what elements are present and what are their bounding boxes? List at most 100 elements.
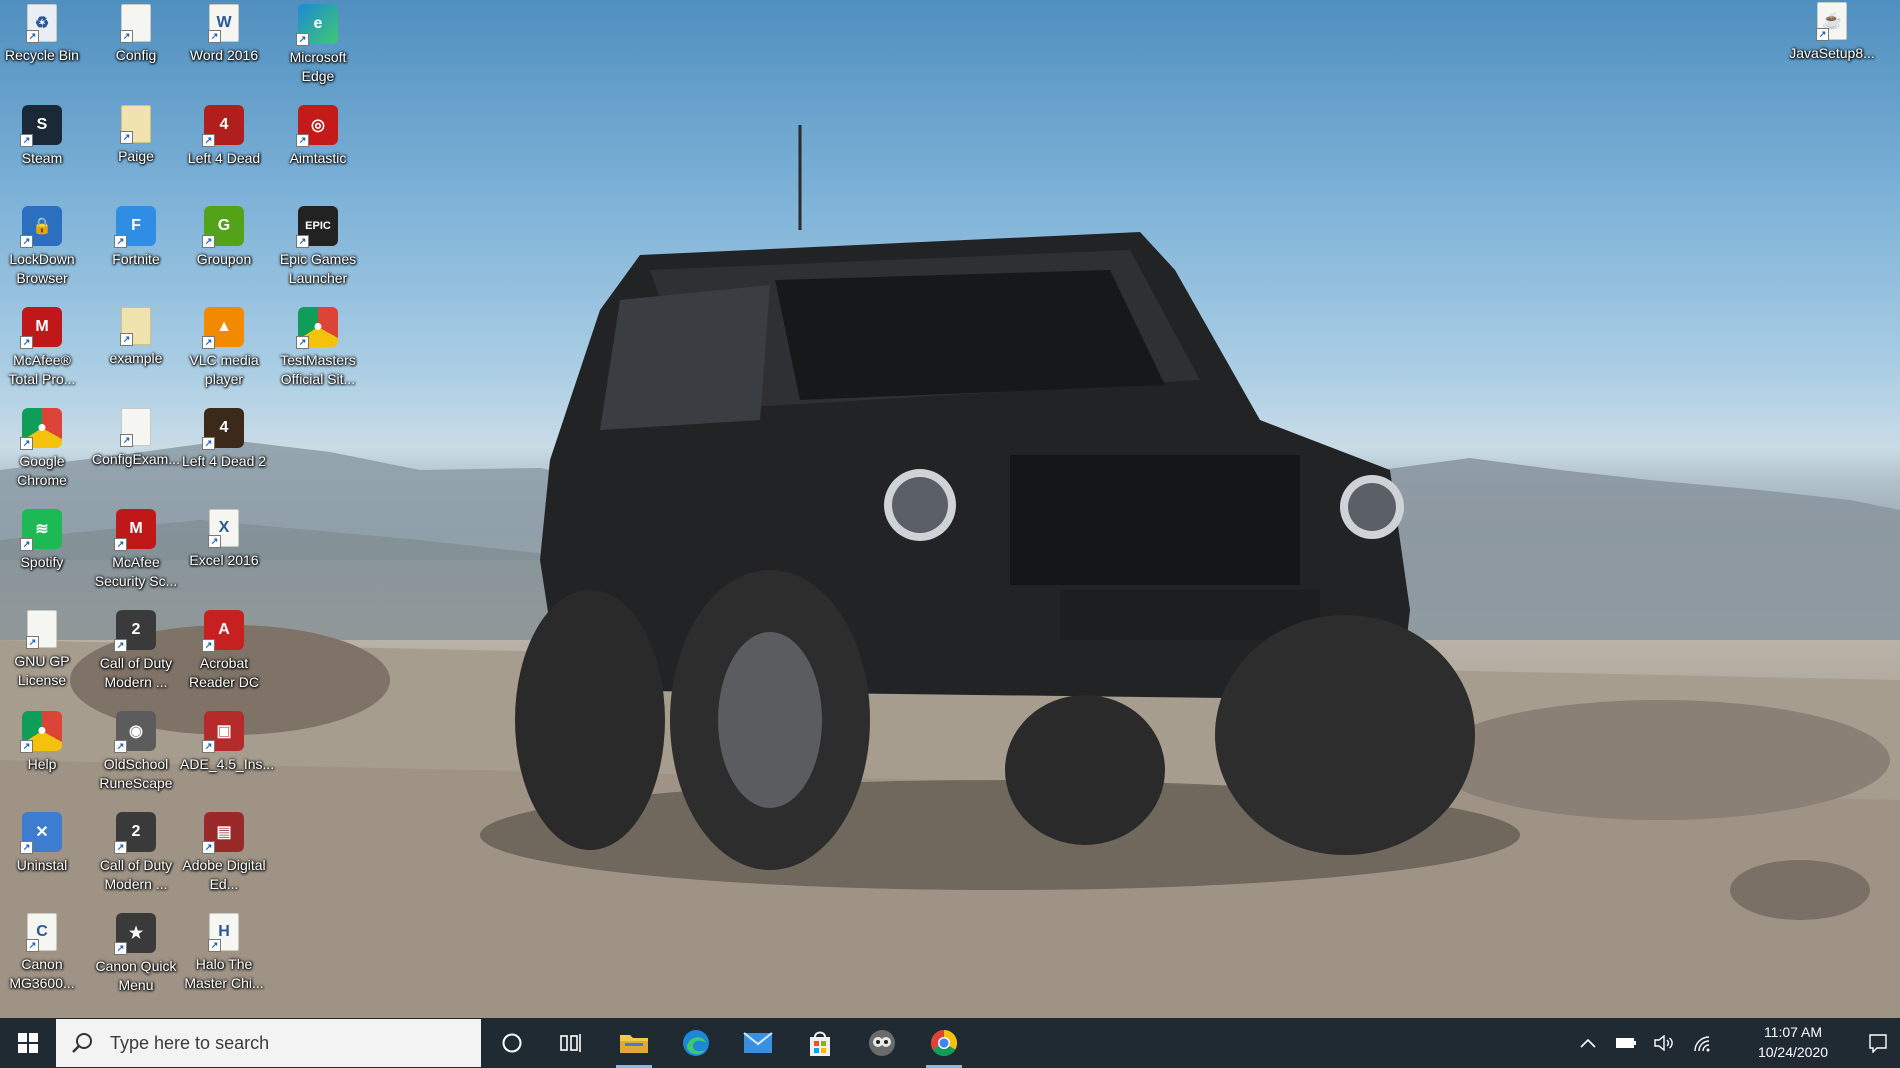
- desktop-icon-halo[interactable]: H ↗ Halo The Master Chi...: [178, 911, 270, 993]
- desktop-icon-word-2016[interactable]: W ↗ Word 2016: [178, 2, 270, 65]
- desktop-icon-steam[interactable]: S ↗ Steam: [0, 103, 88, 168]
- shortcut-arrow-icon: ↗: [114, 235, 127, 248]
- shortcut-arrow-icon: ↗: [20, 134, 33, 147]
- desktop-icon-epic-games-launcher[interactable]: EPIC ↗ Epic Games Launcher: [272, 204, 364, 288]
- call-of-duty-icon: 2 ↗: [114, 610, 156, 652]
- windows-logo-icon: [18, 1033, 38, 1053]
- desktop-icon-label: OldSchool RuneScape: [99, 756, 173, 791]
- wifi-icon: [1694, 1036, 1710, 1052]
- shortcut-arrow-icon: ↗: [20, 235, 33, 248]
- runescape-icon: [869, 1030, 895, 1056]
- taskbar-search-box[interactable]: [56, 1019, 481, 1067]
- desktop-icon-ade-installer[interactable]: ▣ ↗ ADE_4.5_Ins...: [178, 709, 275, 774]
- clock-date: 10/24/2020: [1757, 1044, 1829, 1060]
- battery-button[interactable]: [1608, 1018, 1644, 1068]
- lockdown-browser-icon: 🔒 ↗: [20, 206, 62, 248]
- canon-quick-menu-icon: ★ ↗: [114, 913, 156, 955]
- desktop-icon-testmasters[interactable]: ● ↗ TestMasters Official Sit...: [272, 305, 364, 389]
- shortcut-arrow-icon: ↗: [120, 333, 133, 346]
- store-icon: [810, 1031, 830, 1056]
- desktop-icon-excel-2016[interactable]: X ↗ Excel 2016: [178, 507, 270, 570]
- desktop-icon-vlc-media-player[interactable]: ▲ ↗ VLC media player: [178, 305, 270, 389]
- desktop-icon-microsoft-edge[interactable]: e ↗ Microsoft Edge: [272, 2, 364, 86]
- volume-button[interactable]: [1646, 1018, 1682, 1068]
- shortcut-arrow-icon: ↗: [20, 437, 33, 450]
- desktop-icon-example[interactable]: ↗ example: [90, 305, 182, 368]
- desktop-icon-label: example: [109, 350, 163, 366]
- shortcut-arrow-icon: ↗: [26, 939, 39, 952]
- desktop-icon-groupon[interactable]: G ↗ Groupon: [178, 204, 270, 269]
- desktop-icon-label: Recycle Bin: [5, 47, 79, 63]
- desktop-icon-javasetup[interactable]: ☕ ↗ JavaSetup8...: [1786, 0, 1878, 63]
- taskbar-mail[interactable]: [730, 1018, 786, 1068]
- desktop-icon-label: ConfigExam...: [92, 451, 180, 467]
- chevron-up-icon: [1580, 1038, 1596, 1048]
- cortana-button[interactable]: [484, 1018, 540, 1068]
- shortcut-arrow-icon: ↗: [120, 30, 133, 43]
- taskbar: 11:07 AM 10/24/2020: [0, 1018, 1900, 1068]
- desktop-icon-aimtastic[interactable]: ◎ ↗ Aimtastic: [272, 103, 364, 168]
- shortcut-arrow-icon: ↗: [120, 131, 133, 144]
- desktop-icon-google-chrome[interactable]: ● ↗ Google Chrome: [0, 406, 88, 490]
- desktop-icon-adobe-digital-editions[interactable]: ▤ ↗ Adobe Digital Ed...: [178, 810, 270, 894]
- desktop-icon-mcafee-security-scan[interactable]: M ↗ McAfee Security Sc...: [90, 507, 182, 591]
- runescape-icon: ◉ ↗: [114, 711, 156, 753]
- desktop-icon-canon-mg3600[interactable]: C ↗ Canon MG3600...: [0, 911, 88, 993]
- desktop-icon-label: Uninstal: [16, 857, 68, 873]
- shortcut-arrow-icon: ↗: [114, 538, 127, 551]
- desktop-icon-lockdown-browser[interactable]: 🔒 ↗ LockDown Browser: [0, 204, 88, 288]
- desktop-icon-label: McAfee Security Sc...: [94, 554, 178, 589]
- desktop[interactable]: ♻ ↗ Recycle Bin ↗ Config W ↗ Word 2016 e ↗ Microso…: [0, 0, 1900, 1018]
- shortcut-arrow-icon: ↗: [202, 134, 215, 147]
- desktop-icon-label: Acrobat Reader DC: [188, 655, 260, 690]
- desktop-icon-call-of-duty-1[interactable]: 2 ↗ Call of Duty Modern ...: [90, 608, 182, 692]
- search-input[interactable]: [108, 1031, 452, 1055]
- search-icon: [72, 1033, 92, 1053]
- desktop-icon-label: TestMasters Official Sit...: [280, 352, 356, 387]
- desktop-icon-left-4-dead[interactable]: 4 ↗ Left 4 Dead: [178, 103, 270, 168]
- desktop-icon-call-of-duty-2[interactable]: 2 ↗ Call of Duty Modern ...: [90, 810, 182, 894]
- shortcut-arrow-icon: ↗: [296, 336, 309, 349]
- start-button[interactable]: [0, 1018, 56, 1068]
- desktop-icon-config[interactable]: ↗ Config: [90, 2, 182, 65]
- desktop-icon-label: Aimtastic: [289, 150, 347, 166]
- desktop-icon-recycle-bin[interactable]: ♻ ↗ Recycle Bin: [0, 2, 88, 65]
- task-view-button[interactable]: [542, 1018, 598, 1068]
- show-hidden-icons-button[interactable]: [1570, 1018, 1606, 1068]
- desktop-icon-help[interactable]: ● ↗ Help: [0, 709, 88, 774]
- action-center-button[interactable]: [1856, 1018, 1900, 1068]
- desktop-icon-uninstal[interactable]: ✕ ↗ Uninstal: [0, 810, 88, 875]
- shortcut-arrow-icon: ↗: [208, 535, 221, 548]
- groupon-icon: G ↗: [202, 206, 244, 248]
- shortcut-arrow-icon: ↗: [296, 134, 309, 147]
- clock-time: 11:07 AM: [1763, 1024, 1823, 1040]
- taskbar-chrome[interactable]: [916, 1018, 972, 1068]
- desktop-icon-label: ADE_4.5_Ins...: [180, 756, 275, 772]
- desktop-icon-canon-quick-menu[interactable]: ★ ↗ Canon Quick Menu: [90, 911, 182, 995]
- taskbar-runescape[interactable]: [854, 1018, 910, 1068]
- desktop-icon-label: Microsoft Edge: [289, 49, 347, 84]
- desktop-icon-mcafee-total-pro[interactable]: M ↗ McAfee® Total Pro...: [0, 305, 88, 389]
- chrome-icon: ● ↗: [20, 711, 62, 753]
- desktop-icon-paige[interactable]: ↗ Paige: [90, 103, 182, 166]
- taskbar-file-explorer[interactable]: [606, 1018, 662, 1068]
- desktop-icon-acrobat-reader-dc[interactable]: A ↗ Acrobat Reader DC: [178, 608, 270, 692]
- desktop-icon-left-4-dead-2[interactable]: 4 ↗ Left 4 Dead 2: [178, 406, 270, 471]
- desktop-icon-label: Call of Duty Modern ...: [99, 655, 173, 690]
- desktop-icon-label: Left 4 Dead 2: [181, 453, 267, 469]
- taskbar-edge[interactable]: [668, 1018, 724, 1068]
- desktop-icon-label: Word 2016: [189, 47, 259, 63]
- vlc-cone-icon: ▲ ↗: [202, 307, 244, 349]
- desktop-icon-fortnite[interactable]: F ↗ Fortnite: [90, 204, 182, 269]
- desktop-icon-spotify[interactable]: ≋ ↗ Spotify: [0, 507, 88, 572]
- desktop-icon-oldschool-runescape[interactable]: ◉ ↗ OldSchool RuneScape: [90, 709, 182, 793]
- desktop-icon-label: McAfee® Total Pro...: [8, 352, 76, 387]
- taskbar-clock[interactable]: 11:07 AM 10/24/2020: [1750, 1022, 1836, 1062]
- left4dead2-icon: 4 ↗: [202, 408, 244, 450]
- network-button[interactable]: [1684, 1018, 1720, 1068]
- taskbar-store[interactable]: [792, 1018, 848, 1068]
- desktop-icon-configexam[interactable]: ↗ ConfigExam...: [90, 406, 182, 469]
- shortcut-arrow-icon: ↗: [114, 740, 127, 753]
- desktop-icon-label: Google Chrome: [17, 453, 67, 488]
- desktop-icon-gnu-gp-license[interactable]: ↗ GNU GP License: [0, 608, 88, 690]
